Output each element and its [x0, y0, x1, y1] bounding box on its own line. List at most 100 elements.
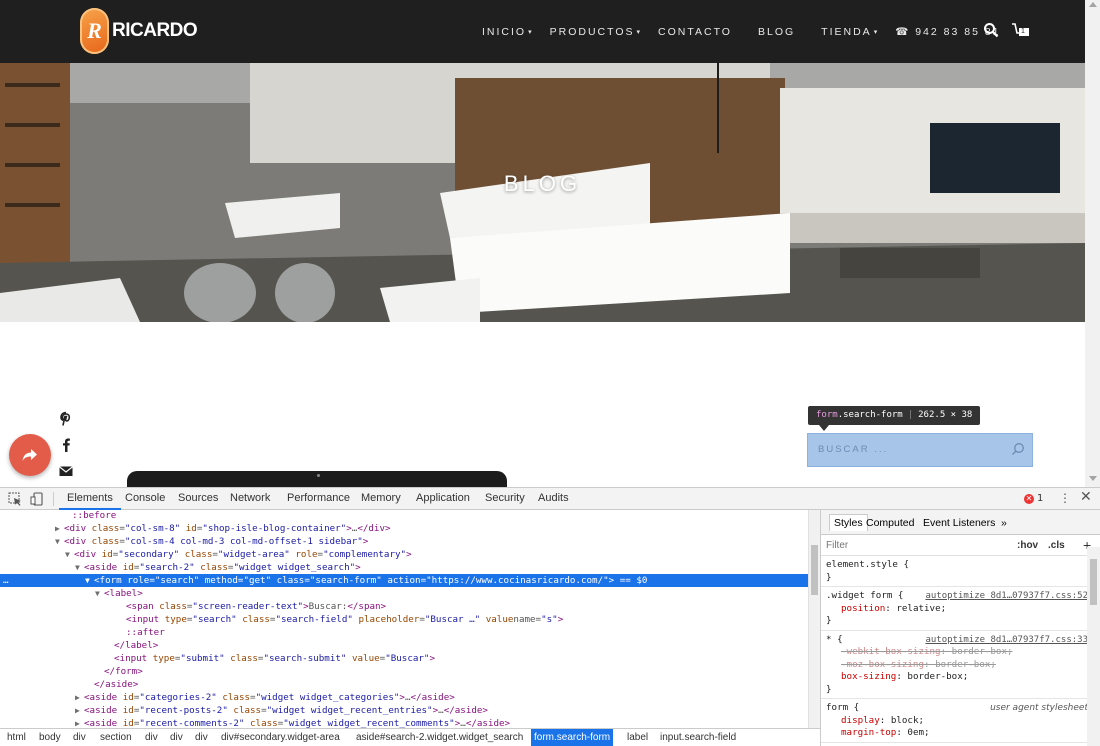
- dom-node[interactable]: ▼ <aside id="search-2" class="widget widg…: [0, 561, 808, 574]
- expand-triangle-icon[interactable]: ▼: [55, 535, 64, 548]
- css-rule[interactable]: form {user agent stylesheet display: bloc…: [826, 702, 1088, 740]
- tab-performance[interactable]: Performance: [287, 488, 350, 510]
- share-button[interactable]: [9, 434, 51, 476]
- dom-node[interactable]: ▶ <div class="col-sm-8" id="shop-isle-blo…: [0, 522, 808, 535]
- tab-console[interactable]: Console: [125, 488, 165, 510]
- filter-input[interactable]: Filter: [826, 540, 848, 551]
- email-icon[interactable]: [58, 463, 74, 479]
- styles-scrollbar[interactable]: [1087, 547, 1100, 746]
- hov-button[interactable]: :hov: [1017, 540, 1038, 551]
- css-property[interactable]: display: block;: [826, 715, 1088, 728]
- breadcrumb-item[interactable]: div: [192, 729, 211, 746]
- tab-elements[interactable]: Elements: [59, 488, 121, 510]
- styles-tab-computed[interactable]: Computed: [866, 515, 914, 532]
- collapse-triangle-icon[interactable]: ▶: [75, 704, 84, 717]
- dom-node[interactable]: ▶ <aside id="recent-posts-2" class="widge…: [0, 704, 808, 717]
- menu-item-1[interactable]: INICIO ▾: [482, 26, 532, 38]
- elements-tree[interactable]: ::before ▶ <div class="col-sm-8" id="shop-…: [0, 510, 808, 728]
- breadcrumb-item[interactable]: section: [97, 729, 135, 746]
- breadcrumb-item[interactable]: div: [167, 729, 186, 746]
- breadcrumb-item[interactable]: div: [70, 729, 89, 746]
- cart-icon[interactable]: 1: [1011, 22, 1031, 40]
- breadcrumb-item[interactable]: div#secondary.widget-area: [218, 729, 343, 746]
- dom-node[interactable]: <input type="search" class="search-field…: [0, 613, 808, 626]
- css-property[interactable]: box-sizing: border-box;: [826, 671, 1088, 684]
- error-counter[interactable]: ✕ 1: [1024, 493, 1043, 504]
- css-rule[interactable]: element.style {}: [826, 559, 1088, 584]
- menu-item-3[interactable]: CONTACTO: [658, 26, 732, 38]
- dom-node[interactable]: ::before: [0, 510, 808, 522]
- styles-tab-event-listeners[interactable]: Event Listeners: [923, 515, 995, 532]
- dom-node[interactable]: <input type="submit" class="search-submi…: [0, 652, 808, 665]
- more-options-icon[interactable]: ⋮: [1059, 491, 1071, 505]
- search-submit-icon[interactable]: [1011, 442, 1025, 456]
- breadcrumb-item[interactable]: aside#search-2.widget.widget_search: [353, 729, 526, 746]
- tab-security[interactable]: Security: [485, 488, 525, 510]
- dom-node[interactable]: ▶ <aside id="categories-2" class="widget …: [0, 691, 808, 704]
- css-property-value: border-box;: [907, 671, 969, 682]
- dom-node[interactable]: ▼ <div id="secondary" class="widget-area"…: [0, 548, 808, 561]
- dom-node[interactable]: </form>: [0, 665, 808, 678]
- css-rule[interactable]: .widget form {autoptimize_8d1…07937f7.cs…: [826, 590, 1088, 628]
- menu-item-4[interactable]: BLOG: [758, 26, 795, 38]
- facebook-icon[interactable]: [58, 437, 74, 453]
- tab-audits[interactable]: Audits: [538, 488, 569, 510]
- expand-triangle-icon[interactable]: ▼: [65, 548, 74, 561]
- dom-node-selected[interactable]: … ▼ <form role="search" method="get" class…: [0, 574, 808, 587]
- stylesheet-link[interactable]: autoptimize_8d1…07937f7.css:52: [925, 590, 1088, 603]
- expand-triangle-icon[interactable]: ▼: [95, 587, 104, 600]
- menu-item-5[interactable]: TIENDA ▾: [821, 26, 877, 38]
- styles-tab-more[interactable]: »: [1001, 515, 1007, 532]
- search-icon[interactable]: [983, 22, 999, 38]
- menu-item-2[interactable]: PRODUCTOS ▾: [550, 26, 640, 38]
- elements-scrollbar[interactable]: [808, 510, 820, 728]
- css-property[interactable]: -moz-box-sizing: border-box;: [826, 659, 1088, 672]
- devtools-tab-bar: Elements Console Sources Network Performance…: [0, 488, 1100, 510]
- dom-node[interactable]: ▶ <aside id="recent-comments-2" class="wi…: [0, 717, 808, 728]
- stylesheet-link[interactable]: autoptimize_8d1…07937f7.css:33: [925, 634, 1088, 647]
- scroll-up-arrow-icon[interactable]: [1089, 2, 1097, 7]
- dom-node[interactable]: ▼ <div class="col-sm-4 col-md-3 col-md-of…: [0, 535, 808, 548]
- collapse-triangle-icon[interactable]: ▶: [75, 717, 84, 728]
- breadcrumb-item[interactable]: html: [4, 729, 29, 746]
- page-scrollbar[interactable]: [1085, 0, 1100, 487]
- breadcrumb-item[interactable]: label: [624, 729, 651, 746]
- tab-network[interactable]: Network: [230, 488, 270, 510]
- tab-sources[interactable]: Sources: [178, 488, 218, 510]
- dom-token: "search-field": [275, 614, 353, 625]
- dom-node[interactable]: ::after: [0, 626, 808, 639]
- styles-scroll-thumb[interactable]: [1090, 559, 1097, 605]
- expand-triangle-icon[interactable]: ▼: [85, 574, 94, 587]
- expand-triangle-icon[interactable]: ▼: [75, 561, 84, 574]
- dom-token: <input: [126, 614, 165, 625]
- breadcrumb-item[interactable]: div: [142, 729, 161, 746]
- close-icon[interactable]: ✕: [1080, 489, 1092, 505]
- css-property[interactable]: position: relative;: [826, 603, 1088, 616]
- collapse-triangle-icon[interactable]: ▶: [75, 691, 84, 704]
- breadcrumb-item[interactable]: body: [36, 729, 64, 746]
- styles-tab-styles[interactable]: Styles: [829, 514, 868, 531]
- dom-node[interactable]: </aside>: [0, 678, 808, 691]
- pinterest-icon[interactable]: [58, 411, 74, 427]
- dom-token: <aside: [84, 562, 123, 573]
- elements-scroll-thumb[interactable]: [811, 545, 818, 595]
- css-property-name: -webkit-box-sizing: [841, 646, 941, 657]
- css-property[interactable]: -webkit-box-sizing: border-box;: [826, 646, 1088, 659]
- tab-application[interactable]: Application: [416, 488, 470, 510]
- tab-memory[interactable]: Memory: [361, 488, 401, 510]
- site-logo[interactable]: R RICARDO: [80, 8, 198, 54]
- collapse-triangle-icon[interactable]: ▶: [55, 522, 64, 535]
- scroll-down-arrow-icon[interactable]: [1089, 476, 1097, 481]
- dom-node[interactable]: </label>: [0, 639, 808, 652]
- breadcrumb-item[interactable]: input.search-field: [657, 729, 739, 746]
- cls-button[interactable]: .cls: [1048, 540, 1065, 551]
- device-toolbar-icon[interactable]: [30, 492, 44, 506]
- dom-node[interactable]: <span class="screen-reader-text">Buscar:…: [0, 600, 808, 613]
- breadcrumb-item[interactable]: form.search-form: [531, 729, 614, 746]
- search-field[interactable]: BUSCAR ...: [818, 444, 888, 455]
- sidebar-search-form[interactable]: BUSCAR ...: [807, 433, 1033, 467]
- css-rule[interactable]: * {autoptimize_8d1…07937f7.css:33 -webkit…: [826, 634, 1088, 697]
- css-property[interactable]: margin-top: 0em;: [826, 727, 1088, 740]
- dom-node[interactable]: ▼ <label>: [0, 587, 808, 600]
- inspect-element-icon[interactable]: [8, 492, 22, 506]
